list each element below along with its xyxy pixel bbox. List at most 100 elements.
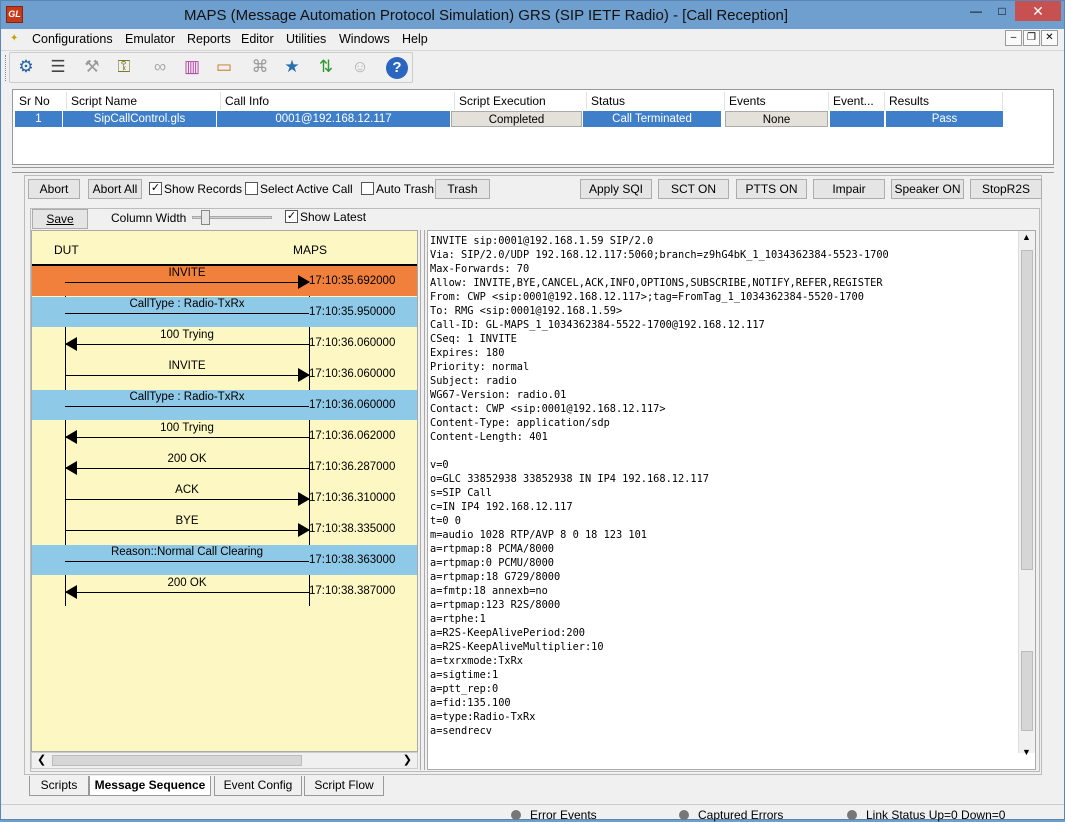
impair-button[interactable]: Impair: [813, 179, 885, 199]
sequence-timestamp: 17:10:36.062000: [309, 430, 396, 442]
scroll-up-icon[interactable]: ▲: [1022, 232, 1031, 242]
menu-windows[interactable]: Windows: [339, 32, 390, 46]
database-icon[interactable]: ▥: [179, 54, 205, 80]
minimize-icon[interactable]: —: [963, 1, 989, 21]
col-header-status[interactable]: Status: [587, 92, 725, 110]
sequence-message-label[interactable]: BYE: [65, 515, 309, 527]
user-icon[interactable]: ☺: [347, 54, 373, 80]
show-latest-checkbox[interactable]: ✓: [285, 210, 298, 223]
message-details-panel[interactable]: INVITE sip:0001@192.168.1.59 SIP/2.0 Via…: [427, 230, 1036, 770]
captured-errors-indicator-icon: [679, 810, 689, 820]
show-records-checkbox[interactable]: ✓: [149, 182, 162, 195]
book-icon[interactable]: ☰: [45, 54, 71, 80]
wizard-icon[interactable]: ★: [279, 54, 305, 80]
details-vertical-scrollbar[interactable]: ▲ ▼: [1018, 231, 1035, 757]
apply-sqi-button[interactable]: Apply SQI: [580, 179, 652, 199]
tab-script-flow[interactable]: Script Flow: [304, 776, 384, 796]
sequence-timestamp: 17:10:36.287000: [309, 461, 396, 473]
sequence-message-label[interactable]: INVITE: [65, 360, 309, 372]
mdi-child-icon[interactable]: ✦: [10, 33, 22, 45]
abort-button[interactable]: Abort: [28, 179, 80, 199]
script-grid: Sr No Script Name Call Info Script Execu…: [12, 89, 1054, 165]
toolbar: ⚙ ☰ ⚒ ⚿ ∞ ▥ ▭ ⌘ ★ ⇅ ☺ ?: [1, 50, 1064, 84]
sequence-message-label[interactable]: CallType : Radio-TxRx: [65, 391, 309, 403]
maps-endpoint-label: MAPS: [293, 243, 328, 257]
details-scroll-thumb[interactable]: [1021, 651, 1033, 731]
sequence-timestamp: 17:10:35.692000: [309, 275, 396, 287]
sequence-message-label[interactable]: 200 OK: [65, 453, 309, 465]
folder-icon[interactable]: ▭: [211, 54, 237, 80]
sequence-message-label[interactable]: 100 Trying: [65, 329, 309, 341]
auto-trash-checkbox[interactable]: [361, 182, 374, 195]
sequence-message-label[interactable]: INVITE: [65, 267, 309, 279]
sequence-message-label[interactable]: ACK: [65, 484, 309, 496]
sequence-timestamp: 17:10:36.060000: [309, 337, 396, 349]
tab-message-sequence[interactable]: Message Sequence: [89, 776, 211, 796]
details-scroll-thumb-top[interactable]: [1021, 250, 1033, 570]
column-width-slider[interactable]: [201, 210, 210, 225]
scroll-right-icon[interactable]: ❯: [403, 753, 412, 766]
col-header-script-execution[interactable]: Script Execution: [455, 92, 587, 110]
title-bar[interactable]: GL MAPS (Message Automation Protocol Sim…: [1, 1, 1064, 29]
cell-call-info[interactable]: 0001@192.168.12.117: [217, 111, 450, 127]
arrow-left-icon: [65, 585, 77, 599]
scroll-thumb[interactable]: [52, 755, 302, 766]
col-header-srno[interactable]: Sr No: [15, 92, 67, 110]
tab-event-config[interactable]: Event Config: [214, 776, 302, 796]
tab-scripts[interactable]: Scripts: [29, 776, 89, 796]
sequence-horizontal-scrollbar[interactable]: ❮ ❯: [31, 752, 418, 769]
refresh-icon[interactable]: ⇅: [313, 54, 339, 80]
close-icon[interactable]: ✕: [1015, 1, 1061, 21]
cell-script-execution[interactable]: Completed: [451, 111, 582, 127]
sequence-message-arrow: [65, 313, 309, 314]
cell-results[interactable]: Pass: [886, 111, 1003, 127]
sequence-message-label[interactable]: Reason::Normal Call Clearing: [65, 546, 309, 558]
select-active-call-label: Select Active Call: [260, 182, 353, 196]
tools-icon[interactable]: ⚒: [79, 54, 105, 80]
sequence-message-label[interactable]: CallType : Radio-TxRx: [65, 298, 309, 310]
cell-events[interactable]: None: [725, 111, 828, 127]
cell-status[interactable]: Call Terminated: [583, 111, 721, 127]
speaker-on-button[interactable]: Speaker ON: [891, 179, 964, 199]
menu-utilities[interactable]: Utilities: [286, 32, 326, 46]
col-header-call-info[interactable]: Call Info: [221, 92, 455, 110]
mdi-close-icon[interactable]: ✕: [1041, 30, 1058, 46]
col-header-event-more[interactable]: Event...: [829, 92, 885, 110]
col-header-script-name[interactable]: Script Name: [67, 92, 221, 110]
sequence-message-arrow: [65, 468, 309, 469]
sequence-message-arrow: [65, 530, 309, 531]
key-icon[interactable]: ⚿: [111, 54, 137, 80]
menu-reports[interactable]: Reports: [187, 32, 231, 46]
sct-on-button[interactable]: SCT ON: [658, 179, 729, 199]
menu-help[interactable]: Help: [402, 32, 428, 46]
trash-button[interactable]: Trash: [435, 179, 490, 199]
cell-srno[interactable]: 1: [15, 111, 62, 127]
scroll-down-icon[interactable]: ▼: [1022, 747, 1031, 757]
scroll-left-icon[interactable]: ❮: [37, 753, 46, 766]
mdi-restore-icon[interactable]: ❐: [1023, 30, 1040, 46]
maximize-icon[interactable]: □: [989, 1, 1015, 21]
mdi-minimize-icon[interactable]: –: [1005, 30, 1022, 46]
gear-icon[interactable]: ⚙: [13, 54, 39, 80]
sequence-message-label[interactable]: 100 Trying: [65, 422, 309, 434]
sequence-message-arrow: [65, 561, 309, 562]
abort-all-button[interactable]: Abort All: [88, 179, 142, 199]
menu-configurations[interactable]: Configurations: [32, 32, 113, 46]
link-icon[interactable]: ∞: [147, 54, 173, 80]
col-header-events[interactable]: Events: [725, 92, 829, 110]
menu-emulator[interactable]: Emulator: [125, 32, 175, 46]
sequence-timestamp: 17:10:36.060000: [309, 399, 396, 411]
sequence-message-label[interactable]: 200 OK: [65, 577, 309, 589]
scope-icon[interactable]: ⌘: [247, 54, 273, 80]
horizontal-splitter[interactable]: [12, 167, 1054, 173]
help-icon[interactable]: ?: [384, 54, 410, 80]
col-header-results[interactable]: Results: [885, 92, 1003, 110]
stop-r2s-button[interactable]: StopR2S: [970, 179, 1042, 199]
menu-editor[interactable]: Editor: [241, 32, 274, 46]
select-active-call-checkbox[interactable]: [245, 182, 258, 195]
ptts-on-button[interactable]: PTTS ON: [736, 179, 807, 199]
save-button[interactable]: Save: [32, 209, 88, 229]
cell-event-more[interactable]: [830, 111, 884, 127]
cell-script-name[interactable]: SipCallControl.gls: [63, 111, 216, 127]
vertical-splitter[interactable]: [420, 230, 425, 770]
